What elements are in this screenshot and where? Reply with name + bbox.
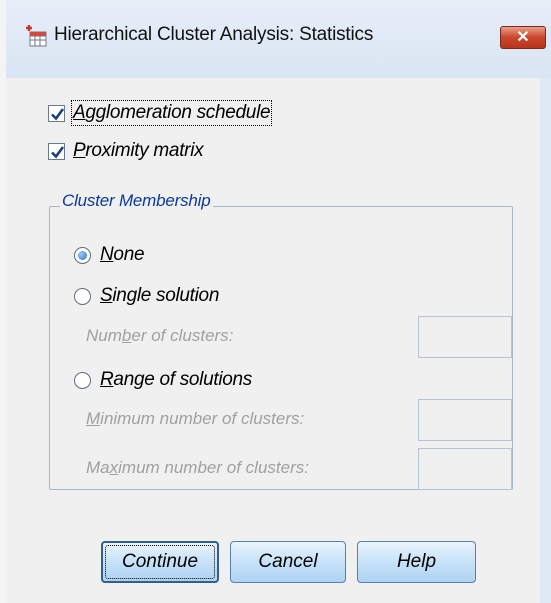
proximity-matrix-label: Proximity matrix — [73, 140, 204, 162]
cancel-label: Cancel — [258, 551, 318, 572]
continue-label: Continue — [121, 551, 199, 572]
single-solution-label: Single solution — [100, 285, 219, 307]
mnemonic: S — [100, 285, 113, 306]
continue-button[interactable]: Continue — [101, 541, 219, 583]
label-rest: er of clusters: — [131, 326, 234, 345]
checkbox-checked-icon[interactable] — [48, 105, 65, 122]
label-rest: ange of solutions — [113, 369, 252, 390]
mnemonic: M — [86, 409, 101, 428]
help-button[interactable]: Help — [357, 541, 476, 583]
number-of-clusters-label: Number of clusters: — [86, 326, 233, 346]
minimum-clusters-label: Minimum number of clusters: — [86, 409, 304, 429]
help-label: Help — [396, 551, 437, 572]
label-prefix: Num — [86, 326, 122, 345]
maximum-clusters-field[interactable] — [418, 448, 512, 490]
label-rest: imum number of clusters: — [118, 458, 309, 477]
radio-selected-icon[interactable] — [74, 247, 91, 264]
label-rest: gglomeration schedule — [85, 102, 271, 123]
label-rest: inimum number of clusters: — [100, 409, 305, 428]
maximum-clusters-label: Maximum number of clusters: — [86, 458, 309, 478]
label-rest: ingle solution — [112, 285, 220, 306]
label-rest: roximity matrix — [85, 140, 204, 161]
minimum-clusters-field[interactable] — [418, 399, 512, 441]
title-bar[interactable]: Hierarchical Cluster Analysis: Statistic… — [6, 0, 551, 78]
label-rest: one — [113, 244, 145, 265]
window-edge-right — [540, 78, 551, 603]
mnemonic: x — [109, 458, 119, 477]
mnemonic: b — [121, 326, 132, 345]
spss-dialog-icon — [24, 24, 48, 48]
mnemonic: A — [73, 102, 86, 123]
close-icon[interactable]: ✕ — [500, 26, 546, 49]
window-title: Hierarchical Cluster Analysis: Statistic… — [54, 24, 374, 45]
radio-unselected-icon[interactable] — [74, 288, 91, 305]
cancel-button[interactable]: Cancel — [230, 541, 346, 583]
cluster-membership-title: Cluster Membership — [60, 191, 213, 211]
close-glyph: ✕ — [516, 29, 530, 46]
radio-unselected-icon[interactable] — [74, 372, 91, 389]
mnemonic: N — [100, 244, 114, 265]
mnemonic: P — [73, 140, 86, 161]
radio-dot — [78, 251, 87, 260]
range-of-solutions-label: Range of solutions — [100, 369, 252, 391]
mnemonic: R — [100, 369, 114, 390]
number-of-clusters-field[interactable] — [418, 316, 512, 358]
label-prefix: Ma — [86, 458, 110, 477]
checkbox-checked-icon[interactable] — [48, 143, 65, 160]
dialog-window: Hierarchical Cluster Analysis: Statistic… — [0, 0, 551, 603]
none-label: None — [100, 244, 145, 266]
agglomeration-schedule-label: Agglomeration schedule — [70, 100, 273, 126]
